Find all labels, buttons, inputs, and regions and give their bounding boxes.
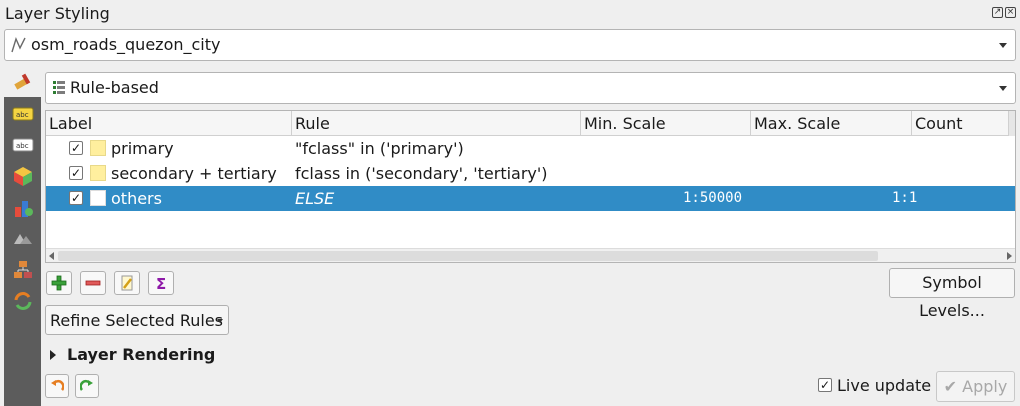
undo-button[interactable] — [45, 374, 69, 398]
edit-rule-button[interactable] — [114, 271, 140, 295]
rule-label: others — [111, 189, 162, 208]
live-update-checkbox[interactable]: ✓ — [818, 378, 832, 392]
tab-diagrams-icon[interactable] — [12, 197, 34, 219]
svg-text:abc: abc — [16, 142, 29, 150]
rule-row[interactable]: ✓ primary "fclass" in ('primary') — [46, 136, 1015, 161]
rules-tree-header: Label Rule Min. Scale Max. Scale Count — [46, 111, 1015, 136]
column-header-min-scale[interactable]: Min. Scale — [581, 111, 751, 136]
renderer-selector-value: Rule-based — [70, 78, 159, 97]
rule-enabled-checkbox[interactable]: ✓ — [69, 141, 83, 155]
tab-temporal-icon[interactable] — [12, 228, 34, 250]
refine-rules-button[interactable]: Refine Selected Rules — [45, 305, 229, 335]
rule-min-scale: 1:50000 — [683, 190, 743, 206]
redo-button[interactable] — [75, 374, 99, 398]
chevron-down-icon — [999, 86, 1007, 91]
rule-expression: "fclass" in ('primary') — [295, 139, 464, 158]
rule-expression: fclass in ('secondary', 'tertiary') — [295, 164, 548, 183]
tab-layer-hierarchy-icon[interactable] — [12, 259, 34, 281]
tab-masks-icon[interactable]: abc — [12, 134, 34, 156]
undo-icon — [51, 379, 64, 391]
tab-labels-icon[interactable]: abc — [12, 103, 34, 125]
symbol-levels-button[interactable]: Symbol Levels... — [889, 268, 1015, 320]
style-tabs-strip: abc abc — [4, 97, 41, 406]
rule-symbol-swatch[interactable] — [90, 165, 106, 181]
chevron-down-icon — [999, 43, 1007, 48]
column-header-label[interactable]: Label — [46, 111, 292, 136]
rule-label: secondary + tertiary — [111, 164, 277, 183]
expand-arrow-icon[interactable] — [50, 350, 56, 360]
plus-icon — [51, 275, 67, 291]
rule-count: 1:1 — [892, 190, 918, 206]
refine-rules-label: Refine Selected Rules — [50, 311, 223, 330]
layer-rendering-label: Layer Rendering — [67, 345, 216, 364]
column-header-count[interactable]: Count — [912, 111, 1009, 136]
svg-text:Σ: Σ — [156, 275, 166, 291]
rule-symbol-swatch[interactable] — [90, 140, 106, 156]
column-header-max-scale[interactable]: Max. Scale — [751, 111, 912, 136]
layer-selector-value: osm_roads_quezon_city — [31, 35, 221, 54]
panel-titlebar: Layer Styling ↗ × — [0, 0, 1020, 28]
panel-title: Layer Styling — [5, 4, 110, 23]
minus-icon — [85, 280, 101, 286]
rule-row-selected[interactable]: ✓ others ELSE 1:50000 1:1 — [46, 186, 1015, 211]
float-icon[interactable]: ↗ — [992, 7, 1003, 18]
rule-symbol-swatch[interactable] — [90, 190, 106, 206]
check-icon: ✔ — [943, 377, 958, 396]
scroll-left-icon[interactable] — [49, 252, 54, 260]
apply-label: Apply — [962, 377, 1008, 396]
scroll-right-icon[interactable] — [1007, 252, 1012, 260]
scrollbar-corner — [1009, 111, 1015, 136]
column-header-rule[interactable]: Rule — [292, 111, 581, 136]
close-icon[interactable]: × — [1005, 7, 1016, 18]
rule-enabled-checkbox[interactable]: ✓ — [69, 166, 83, 180]
paintbrush-icon — [14, 73, 31, 90]
rule-expression: ELSE — [295, 189, 335, 208]
remove-rule-button[interactable] — [80, 271, 106, 295]
rules-tree[interactable]: Label Rule Min. Scale Max. Scale Count ✓… — [45, 110, 1016, 263]
renderer-selector[interactable]: Rule-based — [45, 72, 1016, 104]
rule-based-renderer-icon — [53, 81, 65, 94]
chevron-down-icon — [217, 319, 223, 323]
tab-3d-view-icon[interactable] — [12, 165, 34, 187]
svg-text:abc: abc — [16, 111, 29, 119]
rule-enabled-checkbox[interactable]: ✓ — [69, 191, 83, 205]
count-features-button[interactable]: Σ — [148, 271, 174, 295]
apply-button[interactable]: ✔ Apply — [936, 371, 1015, 402]
tab-symbology[interactable] — [4, 68, 41, 97]
edit-pencil-icon — [121, 275, 133, 291]
layer-selector[interactable]: osm_roads_quezon_city — [4, 29, 1016, 61]
live-update-label: Live update — [837, 376, 932, 395]
add-rule-button[interactable] — [46, 271, 72, 295]
horizontal-scrollbar[interactable] — [46, 248, 1015, 262]
redo-icon — [80, 379, 93, 391]
tab-history-icon[interactable] — [12, 290, 34, 312]
line-layer-icon — [11, 37, 26, 53]
rule-row[interactable]: ✓ secondary + tertiary fclass in ('secon… — [46, 161, 1015, 186]
rule-label: primary — [111, 139, 174, 158]
sigma-icon: Σ — [156, 275, 166, 291]
scrollbar-thumb[interactable] — [58, 251, 878, 261]
